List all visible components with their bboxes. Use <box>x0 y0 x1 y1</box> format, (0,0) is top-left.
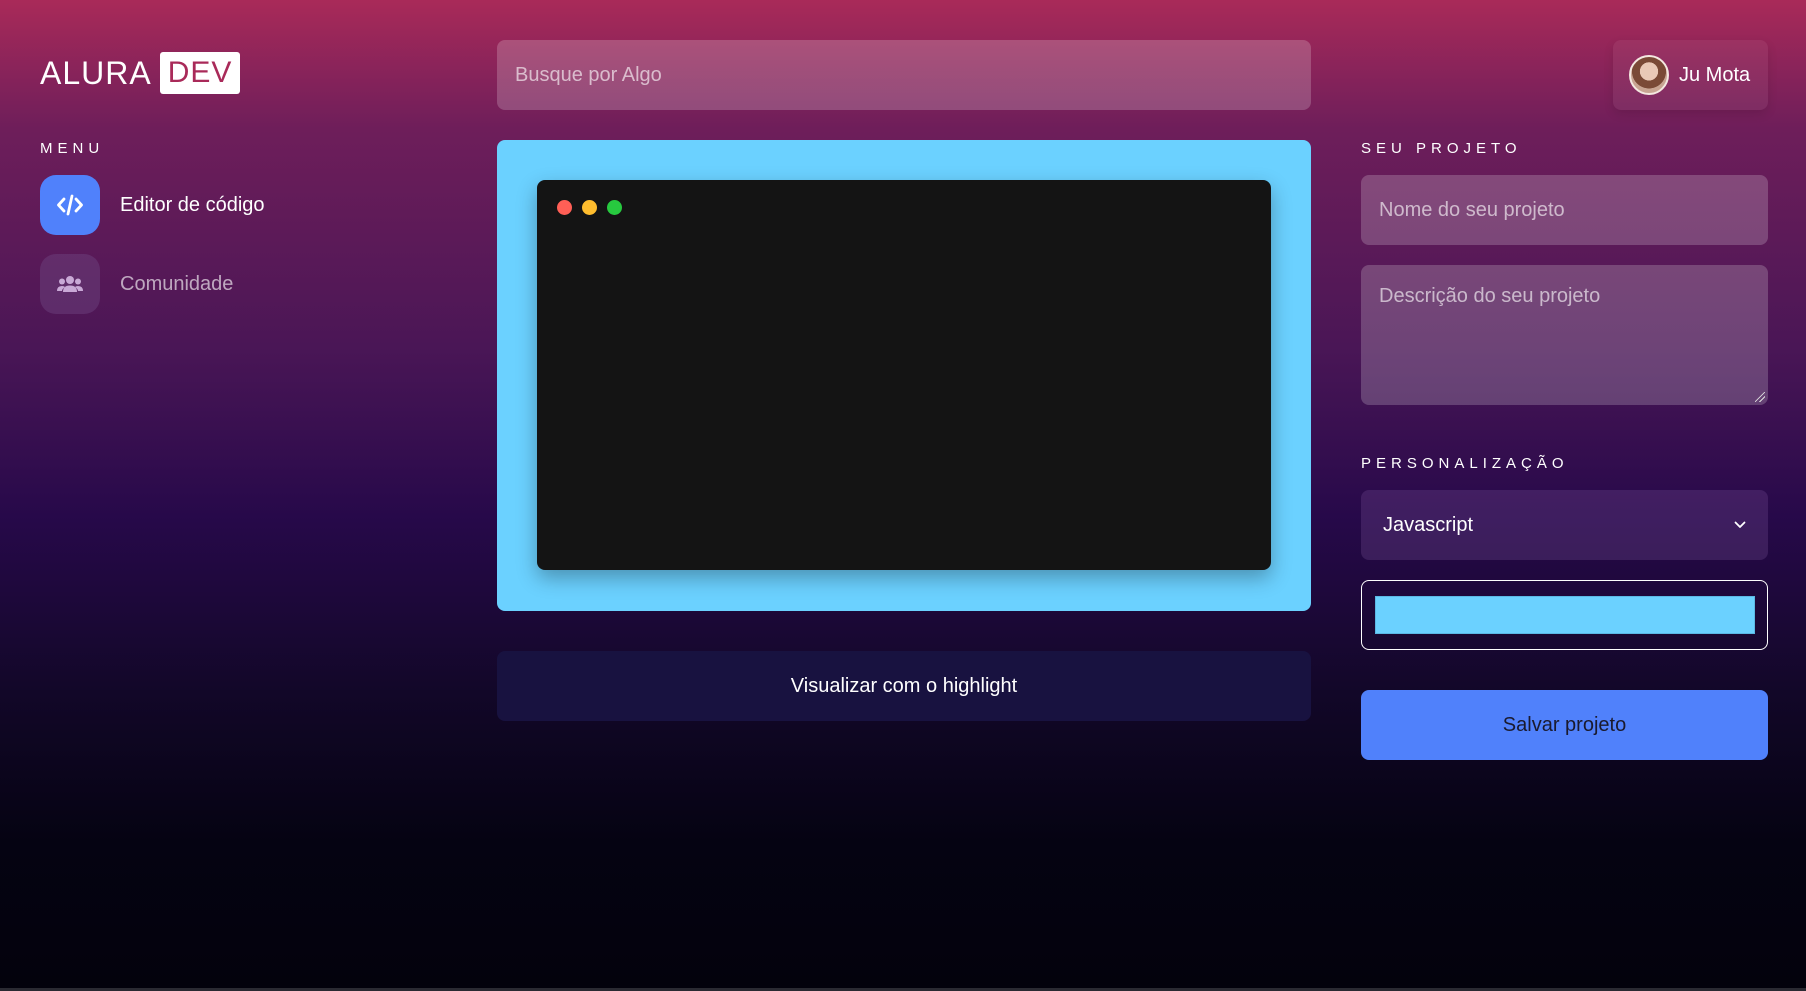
menu-item-label: Editor de código <box>120 193 265 216</box>
search-placeholder: Busque por Algo <box>515 63 662 86</box>
project-description-placeholder: Descrição do seu projeto <box>1379 285 1601 307</box>
highlight-button[interactable]: Visualizar com o highlight <box>497 651 1311 721</box>
project-description-field[interactable]: Descrição do seu projeto <box>1361 265 1768 405</box>
menu-item-editor[interactable]: Editor de código <box>40 175 265 235</box>
avatar <box>1629 55 1669 95</box>
customization-section-title: PERSONALIZAÇÃO <box>1361 455 1569 472</box>
logo-dev-badge: DEV <box>159 52 241 94</box>
project-name-placeholder: Nome do seu projeto <box>1379 198 1565 221</box>
project-name-field[interactable]: Nome do seu projeto <box>1361 175 1768 245</box>
code-icon-button[interactable] <box>40 175 100 235</box>
users-icon-button[interactable] <box>40 254 100 314</box>
logo-alura-text: ALURA <box>40 54 152 91</box>
window-dot-yellow <box>582 200 597 215</box>
menu-item-label: Comunidade <box>120 272 234 295</box>
menu-title: MENU <box>40 140 105 157</box>
language-select[interactable]: Javascript <box>1361 490 1768 560</box>
users-icon <box>57 276 83 292</box>
search-input[interactable]: Busque por Algo <box>497 40 1311 110</box>
code-icon <box>57 194 83 216</box>
resize-grip-icon[interactable] <box>1755 392 1765 402</box>
project-section-title: SEU PROJETO <box>1361 140 1522 157</box>
user-name: Ju Mota <box>1679 63 1751 86</box>
window-dot-green <box>607 200 622 215</box>
language-select-value: Javascript <box>1383 513 1474 536</box>
editor-frame <box>497 140 1311 611</box>
menu-item-community[interactable]: Comunidade <box>40 254 233 314</box>
logo: ALURA DEV <box>40 52 241 94</box>
save-project-button[interactable]: Salvar projeto <box>1361 690 1768 760</box>
code-editor[interactable] <box>537 180 1271 570</box>
color-picker[interactable] <box>1361 580 1768 650</box>
user-profile-button[interactable]: Ju Mota <box>1613 40 1768 110</box>
color-swatch[interactable] <box>1375 596 1755 634</box>
chevron-down-icon <box>1734 521 1746 528</box>
window-dot-red <box>557 200 572 215</box>
